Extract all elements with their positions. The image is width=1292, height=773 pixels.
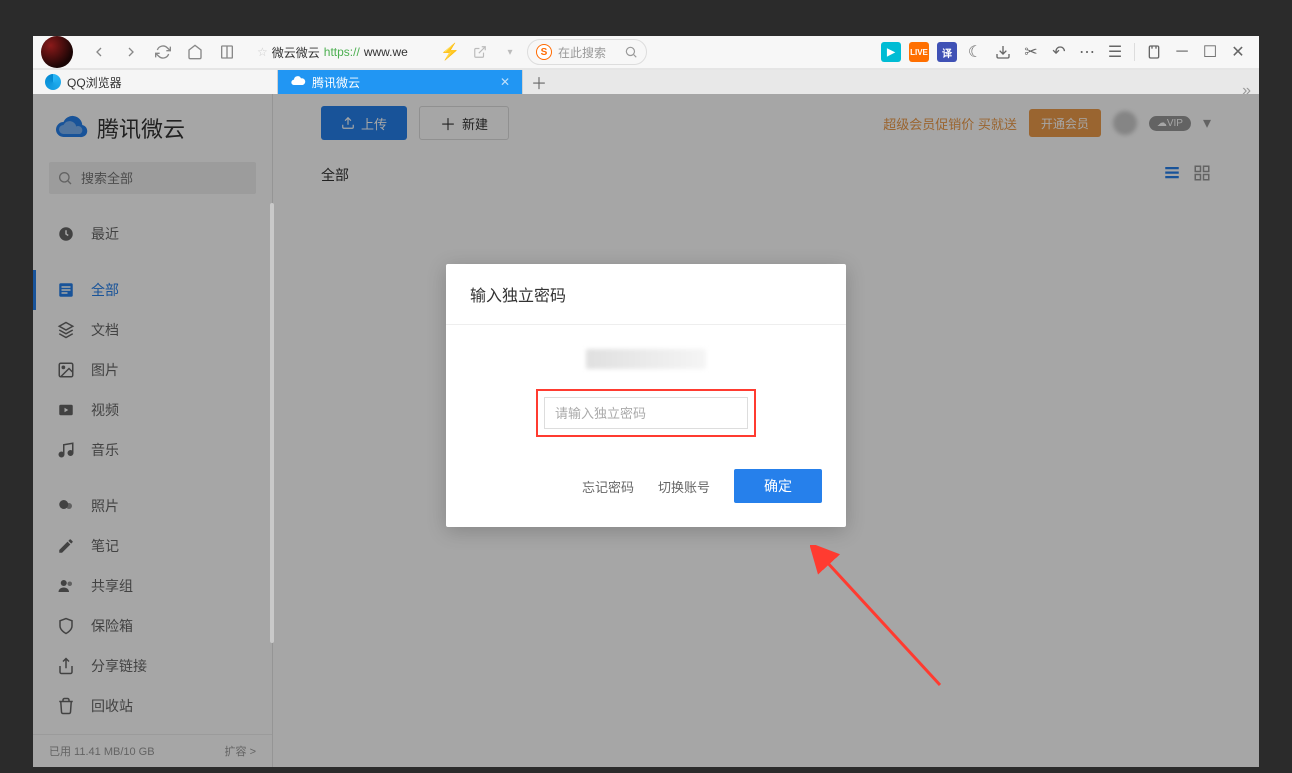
tab-weiyun[interactable]: 腾讯微云 ✕ [278, 70, 523, 94]
toolbar-right: ▶ LIVE 译 ☾ ✂ ↶ ⋯ ☰ ─ ☐ ✕ [878, 39, 1251, 65]
modal-input-highlight [536, 389, 756, 437]
moon-icon[interactable]: ☾ [962, 39, 988, 65]
modal-title: 输入独立密码 [446, 264, 846, 325]
switch-account-link[interactable]: 切换账号 [658, 477, 710, 496]
search-icon [624, 45, 638, 59]
search-placeholder: 在此搜索 [558, 44, 606, 61]
browser-window: ☆ 微云微云 https:// www.we ⚡ ▾ S 在此搜索 ▶ LIVE … [33, 36, 1259, 743]
maximize-button[interactable]: ☐ [1197, 39, 1223, 65]
password-modal: 输入独立密码 忘记密码 切换账号 确定 [446, 264, 846, 527]
qq-icon [45, 74, 61, 90]
sidebar-scrollbar[interactable] [270, 203, 274, 643]
tab-bar: QQ浏览器 腾讯微云 ✕ ＋ [33, 70, 1259, 94]
url-scheme: https:// [324, 45, 360, 59]
scissors-icon[interactable]: ✂ [1018, 39, 1044, 65]
content-area: 腾讯微云 最近全部文档图片视频音乐照片笔记共享组保险箱分享链接回收站 已用 11… [33, 94, 1259, 767]
modal-body [446, 325, 846, 453]
close-button[interactable]: ✕ [1225, 39, 1251, 65]
refresh-button[interactable] [149, 38, 177, 66]
extension-icon[interactable] [1141, 39, 1167, 65]
url-domain: www.we [364, 45, 408, 59]
browser-search-box[interactable]: S 在此搜索 [527, 39, 647, 65]
nav-back-button[interactable] [85, 38, 113, 66]
home-button[interactable] [181, 38, 209, 66]
video-icon[interactable]: ▶ [878, 39, 904, 65]
forgot-password-link[interactable]: 忘记密码 [582, 477, 634, 496]
live-icon[interactable]: LIVE [906, 39, 932, 65]
url-bar[interactable]: ☆ 微云微云 https:// www.we [249, 38, 429, 66]
translate-icon[interactable]: 译 [934, 39, 960, 65]
flash-icon[interactable]: ⚡ [437, 39, 463, 65]
share-icon[interactable] [467, 39, 493, 65]
url-label: 微云微云 [272, 44, 320, 61]
undo-icon[interactable]: ↶ [1046, 39, 1072, 65]
star-icon[interactable]: ☆ [257, 45, 268, 59]
tab-add-button[interactable]: ＋ [523, 70, 555, 94]
menu-icon[interactable]: ☰ [1102, 39, 1128, 65]
cloud-icon [290, 73, 306, 92]
tab-close-button[interactable]: ✕ [500, 75, 510, 89]
reader-button[interactable] [213, 38, 241, 66]
nav-forward-button[interactable] [117, 38, 145, 66]
sogou-icon: S [536, 44, 552, 60]
download-icon[interactable] [990, 39, 1016, 65]
profile-avatar[interactable] [41, 36, 73, 68]
more-icon[interactable]: ⋯ [1074, 39, 1100, 65]
password-input[interactable] [544, 397, 748, 429]
tab-qq-browser[interactable]: QQ浏览器 [33, 70, 278, 94]
tab-label: 腾讯微云 [312, 74, 360, 91]
modal-overlay: 输入独立密码 忘记密码 切换账号 确定 [33, 94, 1259, 767]
browser-toolbar: ☆ 微云微云 https:// www.we ⚡ ▾ S 在此搜索 ▶ LIVE … [33, 36, 1259, 69]
modal-user-blurred [586, 349, 706, 369]
confirm-button[interactable]: 确定 [734, 469, 822, 503]
modal-footer: 忘记密码 切换账号 确定 [446, 453, 846, 527]
dropdown-icon[interactable]: ▾ [497, 39, 523, 65]
tab-label: QQ浏览器 [67, 74, 122, 91]
minimize-button[interactable]: ─ [1169, 39, 1195, 65]
